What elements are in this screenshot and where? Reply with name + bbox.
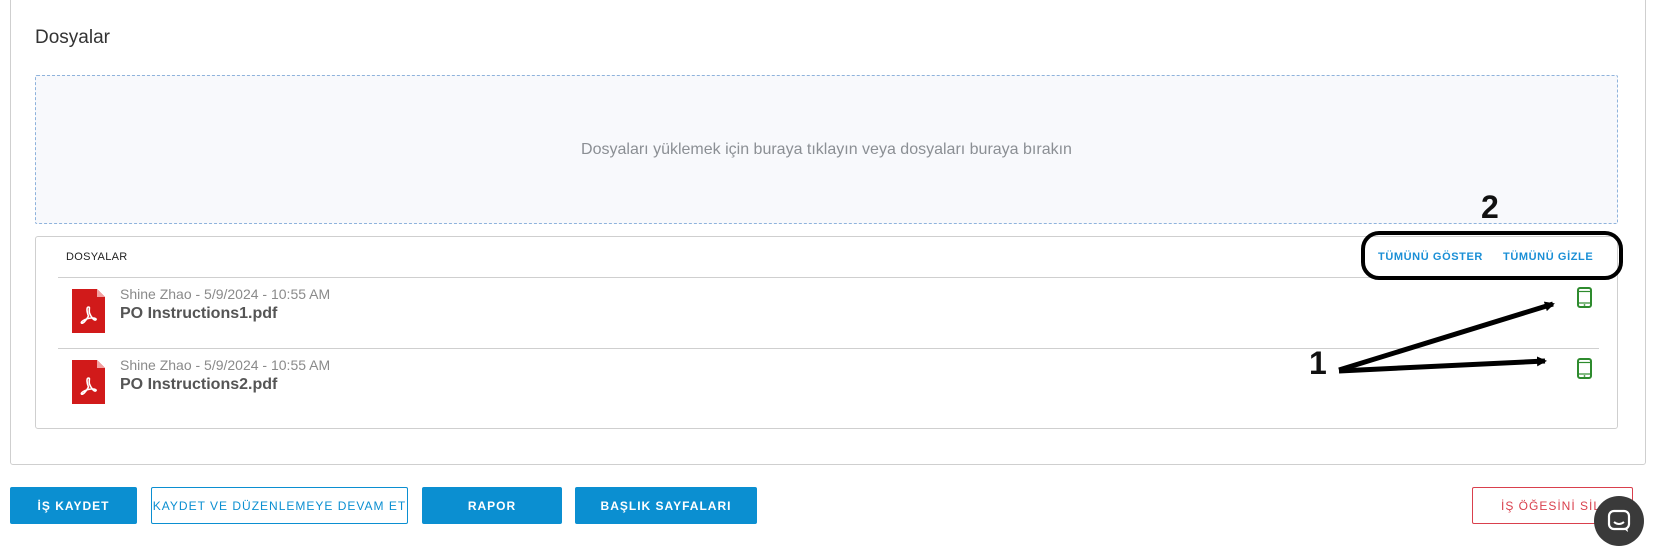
files-panel: DOSYALAR TÜMÜNÜ GÖSTER TÜMÜNÜ GİZLE Shin… <box>35 236 1618 429</box>
annotation-label-1: 1 <box>1309 345 1327 381</box>
chat-launcher[interactable] <box>1594 496 1644 546</box>
pdf-icon[interactable] <box>70 287 107 335</box>
files-header: DOSYALAR TÜMÜNÜ GÖSTER TÜMÜNÜ GİZLE <box>36 237 1617 277</box>
save-and-continue-button[interactable]: KAYDET VE DÜZENLEMEYE DEVAM ET <box>151 487 408 524</box>
mobile-icon[interactable] <box>1577 358 1592 379</box>
save-button[interactable]: İŞ KAYDET <box>10 487 137 524</box>
dropzone-text: Dosyaları yüklemek için buraya tıklayın … <box>581 140 1072 158</box>
file-row: Shine Zhao - 5/9/2024 - 10:55 AM PO Inst… <box>58 277 1599 348</box>
header-pages-button[interactable]: BAŞLIK SAYFALARI <box>575 487 757 524</box>
files-list: Shine Zhao - 5/9/2024 - 10:55 AM PO Inst… <box>58 277 1599 419</box>
file-name-link[interactable]: PO Instructions2.pdf <box>120 376 277 394</box>
section-title: Dosyalar <box>35 27 110 48</box>
pdf-icon[interactable] <box>70 358 107 406</box>
file-dropzone[interactable]: Dosyaları yüklemek için buraya tıklayın … <box>35 75 1618 224</box>
report-button[interactable]: RAPOR <box>422 487 562 524</box>
mobile-icon[interactable] <box>1577 287 1592 308</box>
files-header-title: DOSYALAR <box>66 251 128 263</box>
file-meta: Shine Zhao - 5/9/2024 - 10:55 AM <box>120 286 331 302</box>
annotation-label-2: 2 <box>1481 189 1499 225</box>
hide-all-link[interactable]: TÜMÜNÜ GİZLE <box>1503 251 1593 263</box>
show-all-link[interactable]: TÜMÜNÜ GÖSTER <box>1378 251 1483 263</box>
file-name-link[interactable]: PO Instructions1.pdf <box>120 305 277 323</box>
file-meta: Shine Zhao - 5/9/2024 - 10:55 AM <box>120 357 331 373</box>
file-row: Shine Zhao - 5/9/2024 - 10:55 AM PO Inst… <box>58 348 1599 419</box>
chat-icon <box>1607 509 1631 532</box>
